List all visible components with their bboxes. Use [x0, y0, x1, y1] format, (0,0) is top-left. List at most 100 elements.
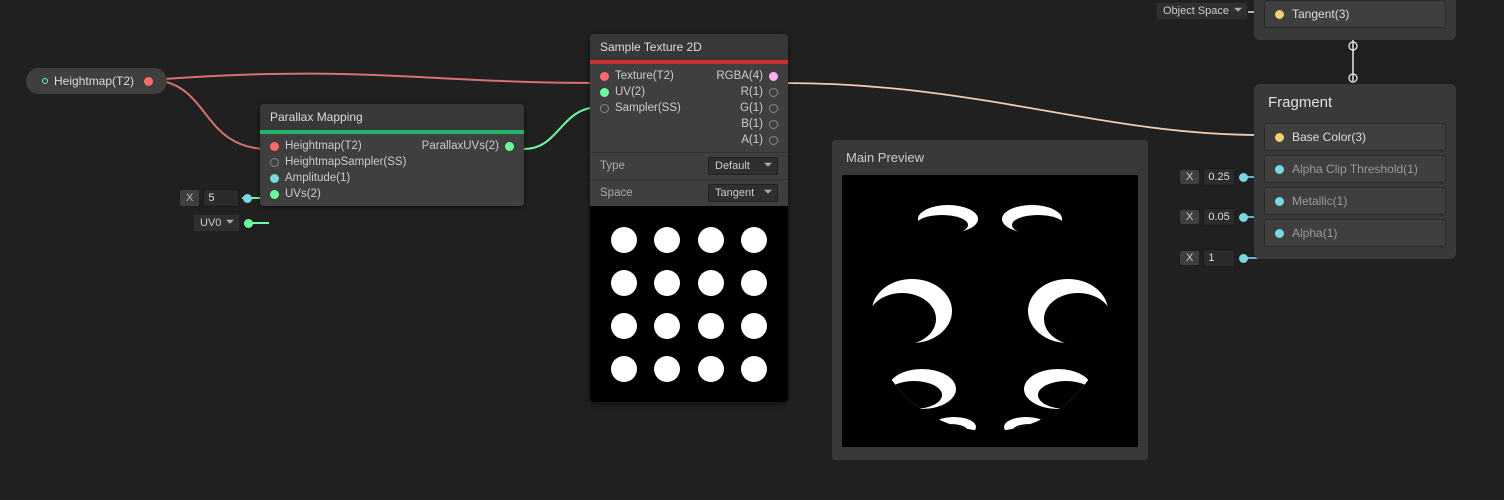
- fragment-alpha-clip-row[interactable]: Alpha Clip Threshold(1): [1264, 155, 1446, 183]
- parallax-sampler-label: HeightmapSampler(SS): [285, 156, 406, 168]
- preview-dot: [698, 270, 724, 296]
- parallax-uvs-input-port[interactable]: [270, 190, 279, 199]
- sample-space-value: Tangent: [715, 187, 754, 199]
- sample-node-title: Sample Texture 2D: [590, 34, 788, 60]
- alpha-input[interactable]: [1203, 249, 1235, 267]
- object-space-dropdown[interactable]: Object Space: [1156, 2, 1248, 20]
- preview-dot: [741, 270, 767, 296]
- heightmap-output-port[interactable]: [144, 77, 153, 86]
- sample-uv-port[interactable]: [600, 88, 609, 97]
- main-preview-panel[interactable]: Main Preview: [832, 140, 1148, 460]
- parallax-node-title: Parallax Mapping: [260, 104, 524, 130]
- preview-dot: [741, 313, 767, 339]
- tangent-label: Tangent(3): [1292, 7, 1349, 21]
- sample-r-port[interactable]: [769, 88, 778, 97]
- parallax-heightmap-label: Heightmap(T2): [285, 140, 362, 152]
- object-space-dropdown-row: Object Space: [1156, 2, 1265, 20]
- sample-space-label: Space: [600, 187, 633, 199]
- pill-indicator-dot: [42, 78, 48, 84]
- parallax-uvs-output-label: ParallaxUVs(2): [422, 140, 499, 152]
- preview-dot: [698, 227, 724, 253]
- alpha-x-label: X: [1180, 251, 1199, 265]
- amplitude-float-label: X: [180, 190, 199, 206]
- uv-dropdown-value: UV0: [200, 217, 221, 229]
- uv-dropdown-out-port[interactable]: [244, 219, 253, 228]
- preview-dot: [611, 227, 637, 253]
- sample-r-label: R(1): [741, 86, 763, 98]
- parallax-mapping-node[interactable]: Parallax Mapping Heightmap(T2) ParallaxU…: [260, 104, 524, 206]
- metallic-label: Metallic(1): [1292, 194, 1347, 208]
- preview-dot: [698, 356, 724, 382]
- preview-dot: [741, 356, 767, 382]
- sample-texture-2d-node[interactable]: Sample Texture 2D Texture(T2) RGBA(4) UV…: [590, 34, 788, 402]
- sample-space-dropdown[interactable]: Tangent: [708, 184, 778, 202]
- parallax-uvs-input-label: UVs(2): [285, 188, 321, 200]
- sample-type-dropdown[interactable]: Default: [708, 157, 778, 175]
- alpha-clip-x-label: X: [1180, 170, 1199, 184]
- amplitude-float-field: X: [180, 189, 252, 207]
- fragment-metallic-row[interactable]: Metallic(1): [1264, 187, 1446, 215]
- sample-uv-label: UV(2): [615, 86, 645, 98]
- fragment-title: Fragment: [1254, 84, 1456, 119]
- sample-b-port[interactable]: [769, 120, 778, 129]
- parallax-uvs-output-port[interactable]: [505, 142, 514, 151]
- base-color-port[interactable]: [1275, 133, 1284, 142]
- alpha-clip-float: X: [1180, 168, 1248, 186]
- heightmap-property-pill[interactable]: Heightmap(T2): [26, 68, 167, 94]
- sample-rgba-port[interactable]: [769, 72, 778, 81]
- sample-type-label: Type: [600, 160, 625, 172]
- sample-texture-label: Texture(T2): [615, 70, 674, 82]
- preview-dot: [654, 270, 680, 296]
- alpha-float-port[interactable]: [1239, 254, 1248, 263]
- fragment-base-color-row[interactable]: Base Color(3): [1264, 123, 1446, 151]
- sample-g-label: G(1): [740, 102, 763, 114]
- metallic-float: X: [1180, 208, 1248, 226]
- sample-type-value: Default: [715, 160, 750, 172]
- metallic-input[interactable]: [1203, 208, 1235, 226]
- heightmap-pill-label: Heightmap(T2): [54, 74, 134, 88]
- uv-channel-selector: UV0: [193, 214, 253, 232]
- preview-dot: [698, 313, 724, 339]
- parallax-heightmap-port[interactable]: [270, 142, 279, 151]
- alpha-float: X: [1180, 249, 1248, 267]
- main-preview-canvas: [842, 175, 1138, 447]
- preview-dot: [654, 313, 680, 339]
- vertex-block-partial[interactable]: Tangent(3): [1254, 0, 1456, 40]
- sample-b-label: B(1): [741, 118, 763, 130]
- alpha-clip-label: Alpha Clip Threshold(1): [1292, 162, 1418, 176]
- preview-dot: [611, 313, 637, 339]
- sample-a-port[interactable]: [769, 136, 778, 145]
- sample-rgba-label: RGBA(4): [716, 70, 763, 82]
- alpha-label: Alpha(1): [1292, 226, 1337, 240]
- alpha-port[interactable]: [1275, 229, 1284, 238]
- sample-texture-port[interactable]: [600, 72, 609, 81]
- parallax-sampler-port[interactable]: [270, 158, 279, 167]
- alpha-clip-input[interactable]: [1203, 168, 1235, 186]
- preview-dot: [611, 356, 637, 382]
- metallic-float-port[interactable]: [1239, 213, 1248, 222]
- parallax-amplitude-label: Amplitude(1): [285, 172, 350, 184]
- metallic-port[interactable]: [1275, 197, 1284, 206]
- alpha-clip-port[interactable]: [1275, 165, 1284, 174]
- amplitude-float-input[interactable]: [203, 189, 239, 207]
- amplitude-float-out-port[interactable]: [243, 194, 252, 203]
- object-space-value: Object Space: [1163, 5, 1229, 17]
- tangent-port[interactable]: [1275, 10, 1284, 19]
- fragment-alpha-row[interactable]: Alpha(1): [1264, 219, 1446, 247]
- preview-dot: [741, 227, 767, 253]
- sample-sampler-port[interactable]: [600, 104, 609, 113]
- fragment-block[interactable]: Fragment Base Color(3) Alpha Clip Thresh…: [1254, 84, 1456, 259]
- sample-texture-preview: [590, 206, 788, 402]
- uv-dropdown[interactable]: UV0: [193, 214, 240, 232]
- preview-dot: [654, 356, 680, 382]
- sample-a-label: A(1): [741, 134, 763, 146]
- main-preview-title: Main Preview: [832, 140, 1148, 175]
- sample-sampler-label: Sampler(SS): [615, 102, 681, 114]
- parallax-amplitude-port[interactable]: [270, 174, 279, 183]
- metallic-x-label: X: [1180, 210, 1199, 224]
- base-color-label: Base Color(3): [1292, 130, 1366, 144]
- preview-dot: [654, 227, 680, 253]
- preview-dot: [611, 270, 637, 296]
- sample-g-port[interactable]: [769, 104, 778, 113]
- alpha-clip-float-port[interactable]: [1239, 173, 1248, 182]
